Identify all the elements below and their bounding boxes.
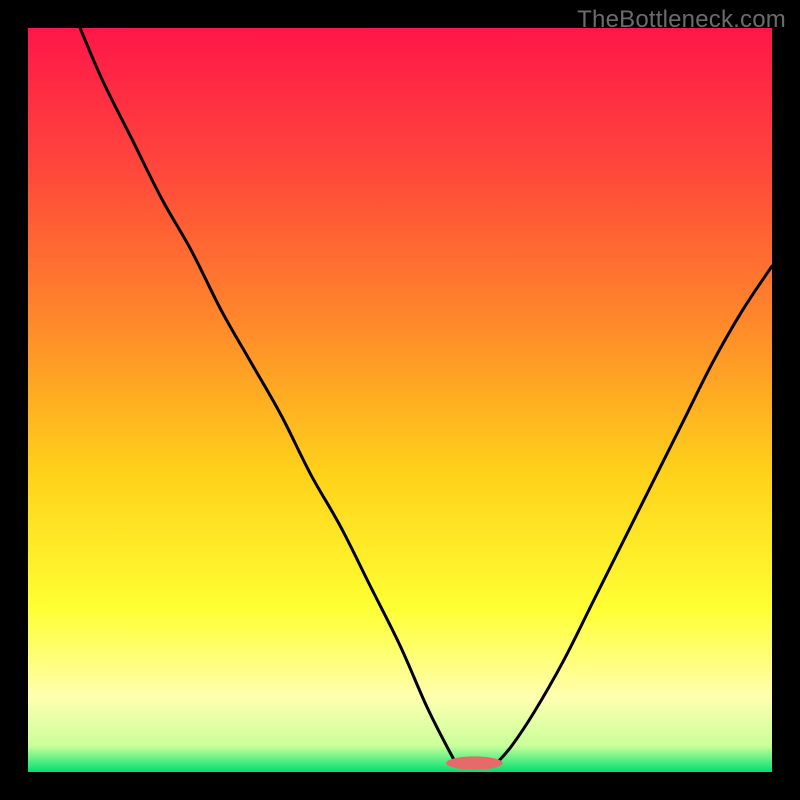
- optimal-marker: [446, 756, 503, 769]
- chart-frame: TheBottleneck.com: [0, 0, 800, 800]
- bottleneck-chart: [0, 0, 800, 800]
- gradient-background: [28, 28, 772, 772]
